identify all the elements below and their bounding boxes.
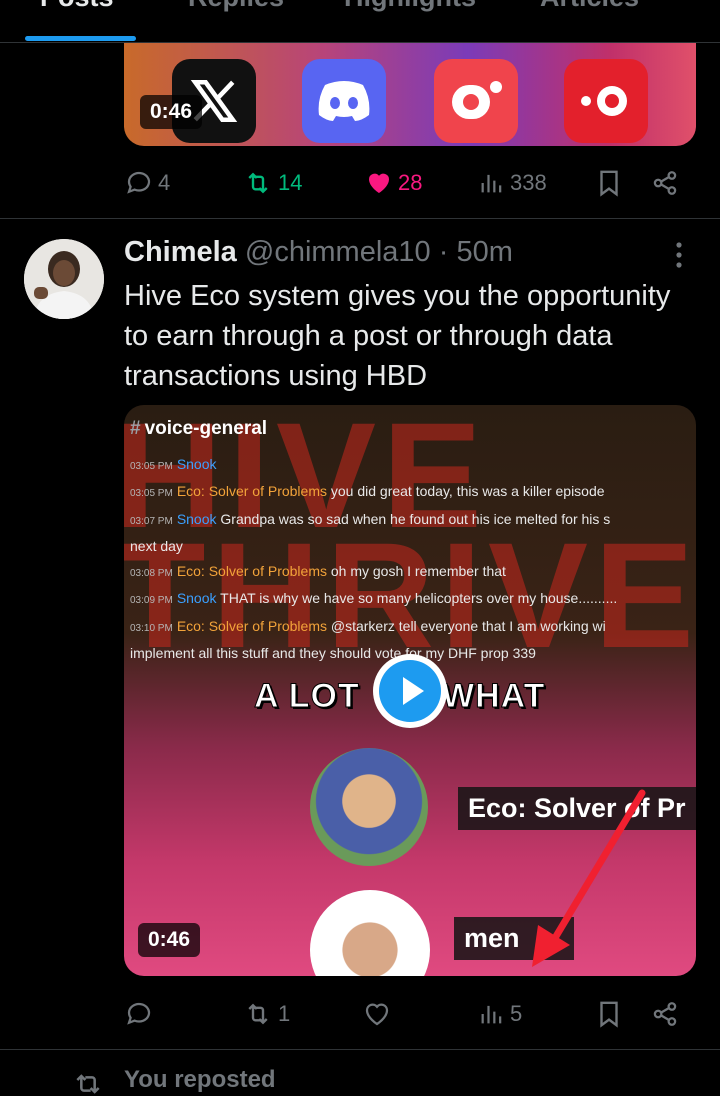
- share-button[interactable]: [650, 994, 680, 1034]
- heart-icon: [365, 1003, 389, 1026]
- repost-icon: [248, 1003, 268, 1025]
- profile-photo-icon: [24, 239, 104, 319]
- divider: [0, 1049, 720, 1050]
- bookmark-button[interactable]: [594, 163, 624, 203]
- speaker-avatar-2: [310, 890, 430, 976]
- chat-message: 03:05 PM Eco: Solver of Problems you did …: [130, 483, 605, 499]
- timestamp[interactable]: 50m: [456, 236, 512, 268]
- video-duration: 0:46: [140, 95, 203, 129]
- view-count: 338: [510, 170, 547, 195]
- tweet2-actions: 1 5: [124, 994, 696, 1034]
- tab-articles[interactable]: Articles: [540, 0, 639, 13]
- reply-button[interactable]: [124, 994, 158, 1034]
- play-icon: [403, 677, 424, 705]
- tweet1-actions: 4 14 28 338: [124, 163, 696, 203]
- reply-count: 4: [158, 170, 171, 195]
- red-arrow-icon: [532, 789, 646, 967]
- video-caption-right: WHAT: [441, 677, 546, 716]
- speaker-avatar-1: [310, 748, 428, 866]
- chat-message: 03:08 PM Eco: Solver of Problems oh my go…: [130, 562, 506, 579]
- repost-icon: [248, 172, 268, 194]
- separator-dot: ·: [438, 236, 449, 268]
- channel-title: # voice-general: [130, 418, 268, 439]
- share-icon: [653, 1002, 677, 1026]
- display-name[interactable]: Chimela: [124, 236, 237, 268]
- bookmark-icon: [600, 1001, 618, 1028]
- tab-replies[interactable]: Replies: [188, 0, 284, 13]
- avatar[interactable]: [24, 239, 104, 319]
- views-button[interactable]: 5: [478, 994, 522, 1034]
- reply-icon: [127, 1002, 151, 1025]
- reply-icon: [127, 171, 151, 194]
- tweet1-video[interactable]: 0:46: [124, 43, 696, 146]
- hash-icon: #: [130, 418, 141, 439]
- video-duration: 0:46: [138, 923, 201, 957]
- record-logo-icon: [564, 59, 648, 143]
- reply-button[interactable]: 4: [124, 163, 170, 203]
- bookmark-icon: [600, 170, 618, 197]
- tweet2-video[interactable]: HIVE THRIVE # voice-general 03:05 PM Snook…: [124, 405, 696, 976]
- heart-filled-icon: [369, 173, 389, 193]
- user-handle[interactable]: @chimmela10: [245, 236, 431, 268]
- more-options-button[interactable]: [664, 240, 694, 270]
- tweet-header: Chimela @chimmela10 · 50m: [124, 236, 513, 269]
- share-icon: [653, 171, 677, 195]
- like-button[interactable]: [362, 994, 396, 1034]
- chat-message: 03:10 PM Eco: Solver of Problems @starker…: [130, 617, 606, 634]
- play-button[interactable]: [373, 654, 447, 728]
- views-button[interactable]: 338: [478, 163, 547, 203]
- screen-recorder-icon: [434, 59, 518, 143]
- views-icon: [481, 1005, 502, 1024]
- bookmark-button[interactable]: [594, 994, 624, 1034]
- tab-highlights[interactable]: Highlights: [344, 0, 476, 13]
- tweet-text: Hive Eco system gives you the opportunit…: [124, 280, 671, 392]
- like-count: 28: [398, 170, 423, 195]
- repost-button[interactable]: 14: [242, 163, 302, 203]
- repost-count: 14: [278, 170, 303, 195]
- chat-message: next day: [130, 538, 183, 554]
- profile-tabs: Posts Replies Highlights Articles: [0, 0, 720, 43]
- chat-message: 03:05 PM Snook: [130, 455, 217, 472]
- repost-button[interactable]: 1: [242, 994, 290, 1034]
- active-tab-indicator: [25, 36, 136, 41]
- share-button[interactable]: [650, 163, 680, 203]
- vertical-ellipsis-icon: [676, 242, 682, 268]
- repost-count: 1: [278, 1001, 291, 1026]
- views-icon: [481, 174, 502, 193]
- reposted-label: You reposted: [124, 1066, 276, 1093]
- tab-posts[interactable]: Posts: [40, 0, 114, 13]
- view-count: 5: [510, 1001, 523, 1026]
- discord-chat-overlay: # voice-general 03:05 PM Snook 03:05 PM Eco…: [130, 417, 696, 666]
- chat-message: 03:07 PM Snook Grandpa was so sad when he…: [130, 510, 611, 527]
- discord-logo-icon: [302, 59, 386, 143]
- chat-message: 03:09 PM Snook THAT is why we have so man…: [130, 590, 618, 606]
- like-button[interactable]: 28: [364, 163, 422, 203]
- video-caption-left: A LOT: [254, 677, 360, 716]
- repost-indicator-icon: [76, 1074, 100, 1094]
- divider: [0, 218, 720, 219]
